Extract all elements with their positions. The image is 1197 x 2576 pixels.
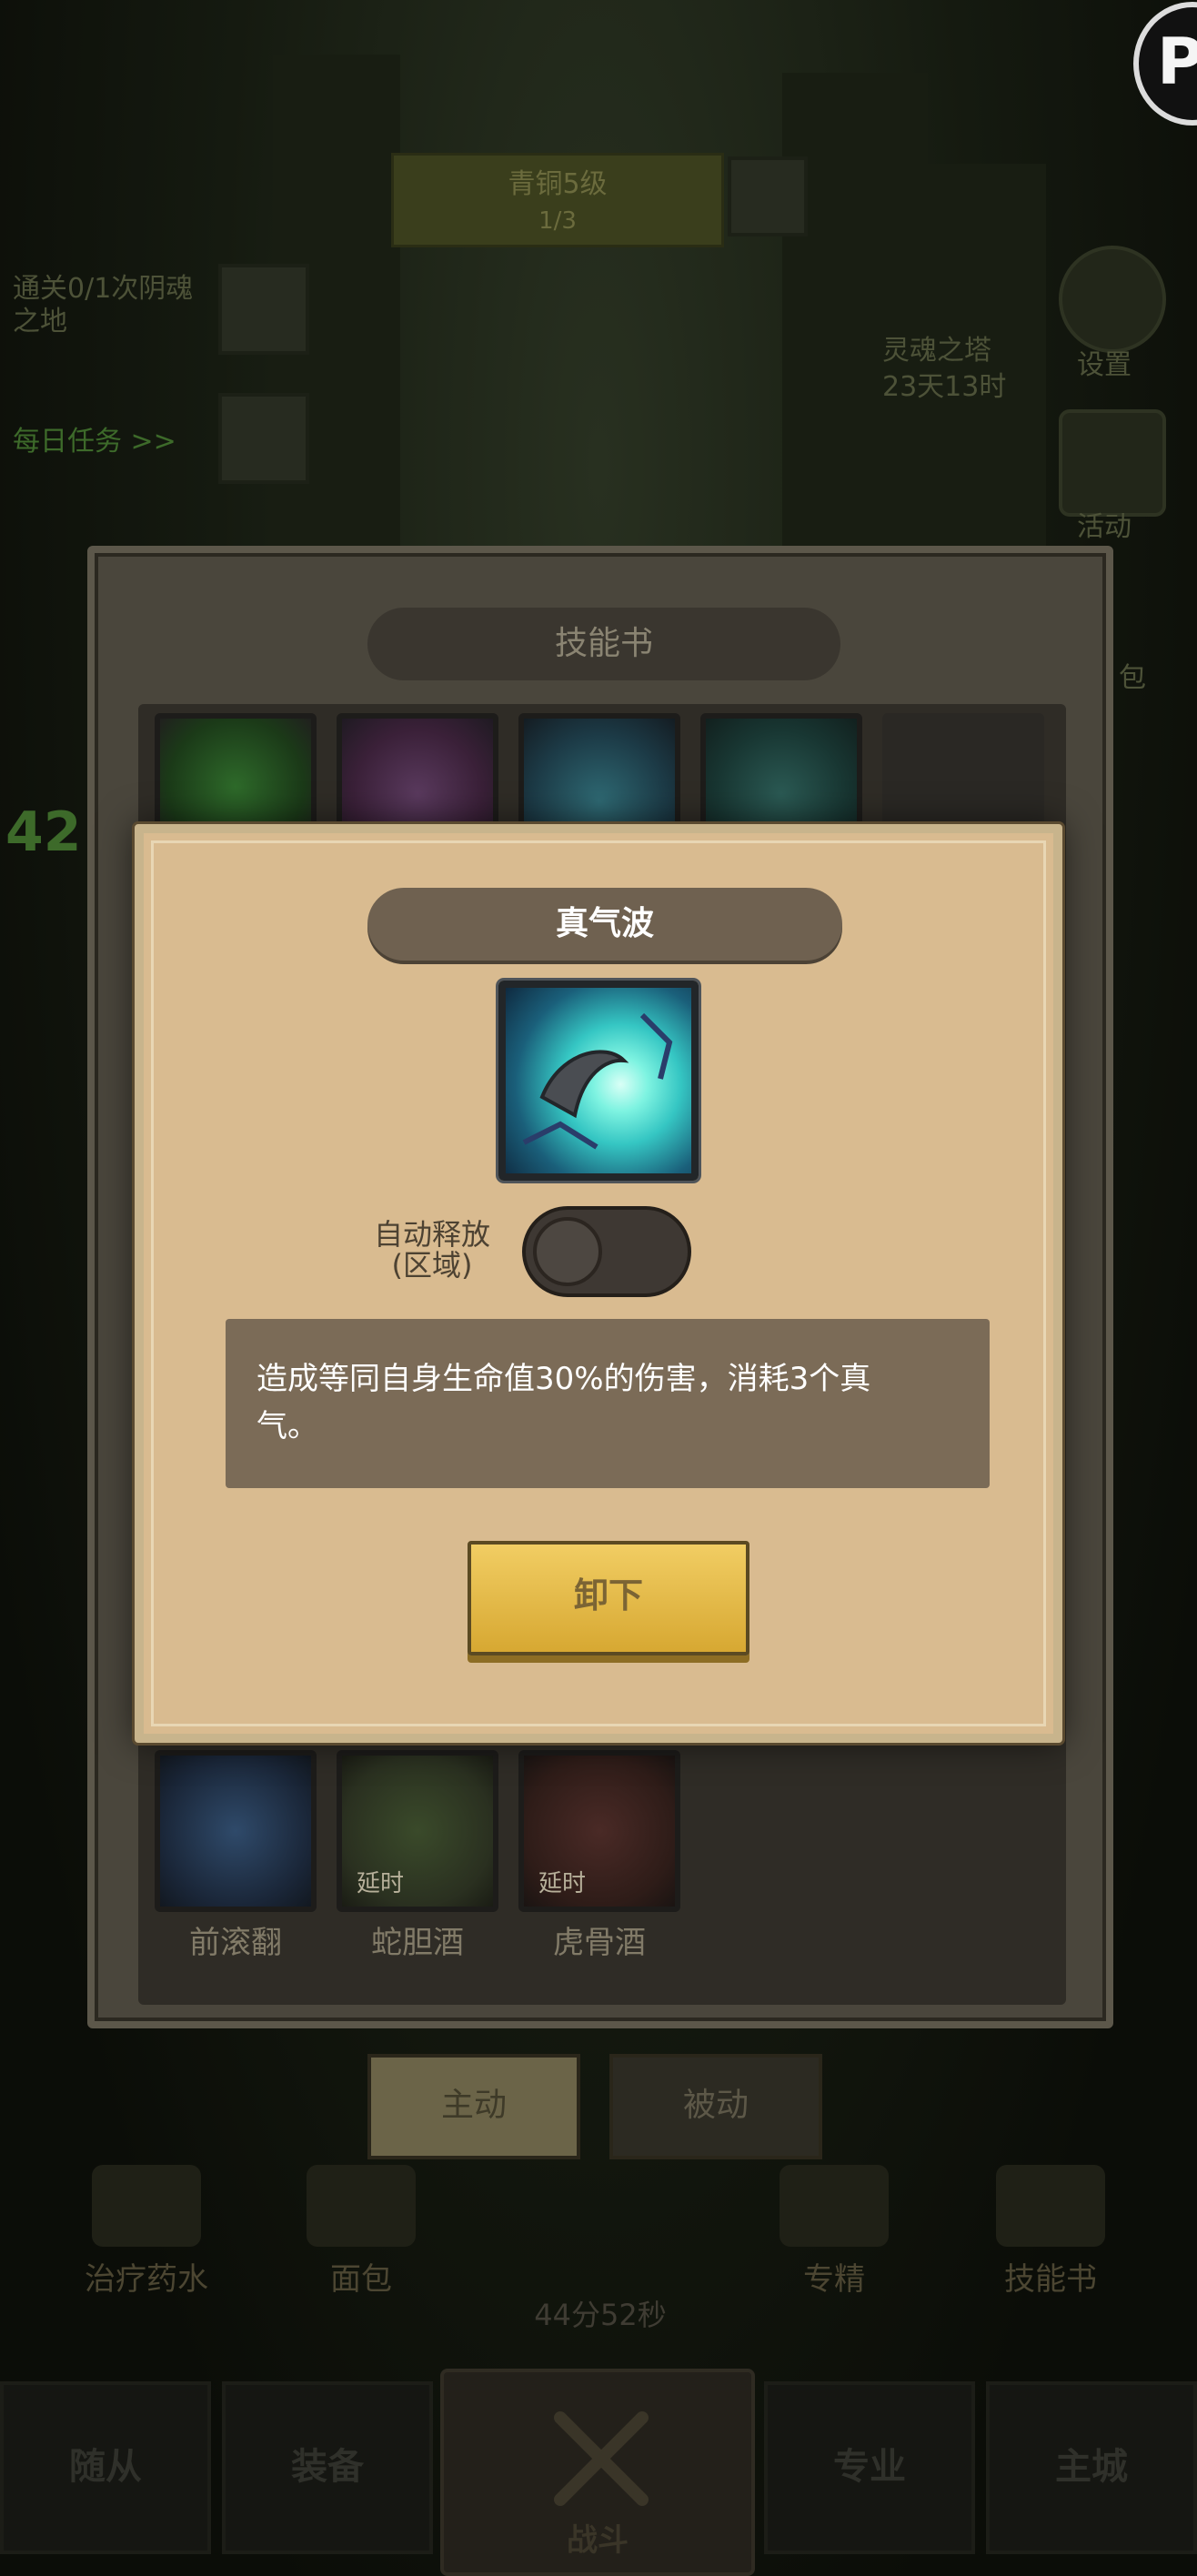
book-icon <box>996 2165 1105 2247</box>
delay-tag: 延时 <box>538 1870 587 1897</box>
description-line-1: 造成等同自身生命值30%的伤害，消耗3个真 <box>256 1361 871 1397</box>
slot-label-roll: 前滚翻 <box>189 1925 282 1961</box>
daily-slot[interactable] <box>218 393 309 484</box>
tool-label: 专精 <box>803 2261 865 2298</box>
nav-battle-label: 战斗 <box>567 2522 629 2559</box>
nav-battle[interactable]: 战斗 <box>440 2369 755 2576</box>
mastery-icon <box>780 2165 889 2247</box>
event-time: 23天13时 <box>882 371 1007 403</box>
left-number: 42 <box>5 800 82 864</box>
tool-skillbook[interactable]: 技能书 <box>946 2165 1155 2299</box>
bg-tower <box>782 73 928 564</box>
nav-mastery[interactable]: 专业 <box>764 2381 975 2554</box>
unload-button[interactable]: 卸下 <box>468 1541 749 1655</box>
energy-wave-icon <box>522 1012 673 1150</box>
tab-active[interactable]: 主动 <box>367 2054 580 2159</box>
nav-equipment[interactable]: 装备 <box>222 2381 433 2554</box>
level-sub: 1/3 <box>538 207 577 235</box>
quest-slot[interactable] <box>218 264 309 355</box>
corner-badge-icon[interactable]: P <box>1133 2 1197 126</box>
auto-release-toggle[interactable] <box>522 1206 691 1297</box>
nav-follower[interactable]: 随从 <box>0 2381 211 2554</box>
swap-icon[interactable] <box>728 156 808 236</box>
potion-icon <box>92 2165 201 2247</box>
activity-label: 活动 <box>1077 511 1132 543</box>
gear-icon[interactable] <box>1059 246 1166 353</box>
auto-release-label: 自动释放 (区域) <box>364 1219 500 1281</box>
daily-task-link[interactable]: 每日任务 >> <box>13 418 176 458</box>
tool-label: 治疗药水 <box>85 2261 208 2298</box>
level-banner[interactable]: 青铜5级 1/3 <box>391 153 724 247</box>
nav-main-city[interactable]: 主城 <box>986 2381 1197 2554</box>
tool-label: 技能书 <box>1004 2261 1097 2298</box>
tab-passive[interactable]: 被动 <box>609 2054 822 2159</box>
crossed-swords-icon <box>554 2411 649 2506</box>
skill-name-title: 真气波 <box>367 888 842 961</box>
skill-slot-roll[interactable] <box>155 1750 317 1912</box>
skill-detail-modal: 真气波 自动释放 (区域) 造成等同自身生命值30%的伤害，消耗3个真 气。 卸… <box>135 824 1062 1743</box>
slot-label-tiger-wine: 虎骨酒 <box>553 1925 646 1961</box>
toggle-knob[interactable] <box>533 1217 602 1286</box>
settings-label: 设置 <box>1077 349 1132 381</box>
tool-heal-potion[interactable]: 治疗药水 <box>42 2165 251 2299</box>
event-title[interactable]: 灵魂之塔 <box>882 327 991 367</box>
activity-icon[interactable] <box>1059 409 1166 517</box>
auto-release-title: 自动释放 <box>373 1217 490 1252</box>
description-line-2: 气。 <box>256 1408 318 1444</box>
bag-label: 包 <box>1119 662 1146 694</box>
delay-tag: 延时 <box>357 1870 405 1897</box>
tool-bread[interactable]: 面包 <box>256 2165 466 2299</box>
level-title: 青铜5级 <box>508 168 608 200</box>
skill-icon <box>498 981 699 1181</box>
bread-icon <box>307 2165 416 2247</box>
tool-label: 面包 <box>330 2261 392 2298</box>
slot-label-snake-wine: 蛇胆酒 <box>371 1925 464 1961</box>
skillbook-title: 技能书 <box>367 608 840 680</box>
tool-mastery[interactable]: 专精 <box>729 2165 939 2299</box>
skill-description: 造成等同自身生命值30%的伤害，消耗3个真 气。 <box>226 1319 990 1488</box>
timer: 44分52秒 <box>534 2298 667 2332</box>
quest-text[interactable]: 通关0/1次阴魂之地 <box>13 273 195 338</box>
auto-release-sub: (区域) <box>391 1248 473 1283</box>
